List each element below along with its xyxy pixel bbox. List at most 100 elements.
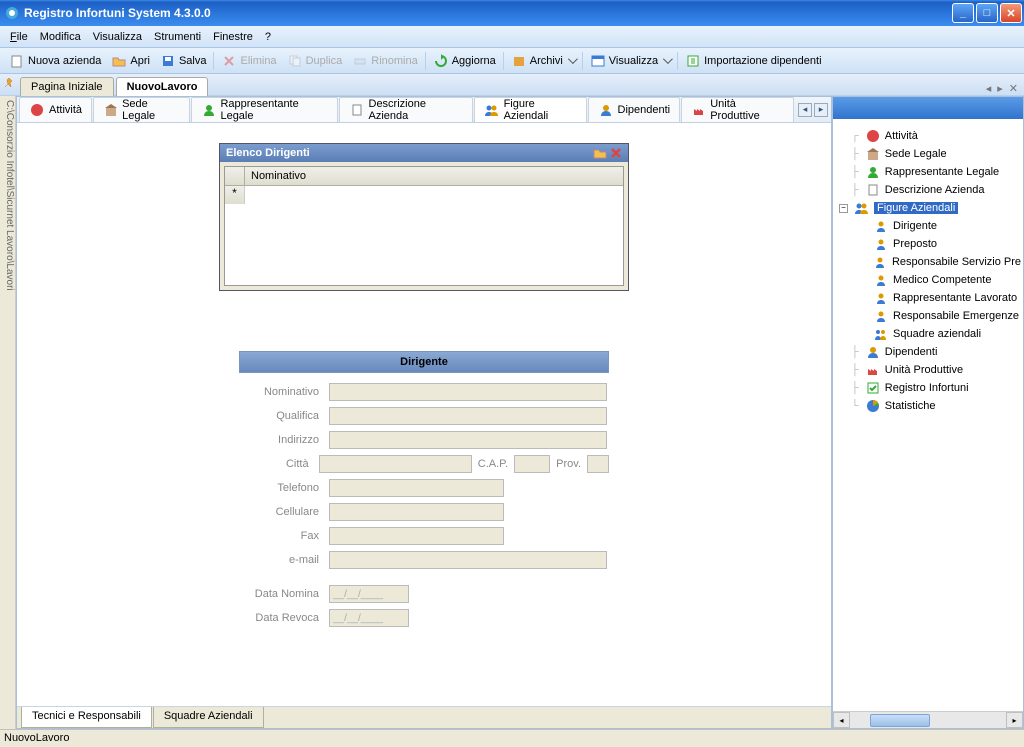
status-text: NuovoLavoro bbox=[4, 732, 69, 744]
tree-medico[interactable]: Medico Competente bbox=[835, 271, 1021, 289]
input-telefono[interactable] bbox=[329, 479, 504, 497]
person-small-icon bbox=[873, 236, 889, 252]
input-nominativo[interactable] bbox=[329, 383, 607, 401]
tree-registro[interactable]: ├Registro Infortuni bbox=[835, 379, 1021, 397]
person-small-icon bbox=[873, 290, 889, 306]
tab-next-icon[interactable]: ▸ bbox=[997, 82, 1003, 95]
person-icon bbox=[865, 164, 881, 180]
tree-rapp-lavoratori[interactable]: Rappresentante Lavorato bbox=[835, 289, 1021, 307]
ctab-descrizione[interactable]: Descrizione Azienda bbox=[339, 97, 472, 122]
delete-row-icon[interactable] bbox=[610, 147, 622, 159]
tree-resp-servizio[interactable]: Responsabile Servizio Pre bbox=[835, 253, 1021, 271]
tree-resp-emergenze[interactable]: Responsabile Emergenze bbox=[835, 307, 1021, 325]
globe-icon bbox=[865, 128, 881, 144]
tab-pagina-iniziale[interactable]: Pagina Iniziale bbox=[20, 77, 114, 96]
new-icon bbox=[9, 53, 25, 69]
dirigenti-grid[interactable]: Nominativo * bbox=[224, 166, 624, 286]
ctab-sede-legale[interactable]: Sede Legale bbox=[93, 97, 190, 122]
menu-strumenti[interactable]: Strumenti bbox=[148, 28, 207, 46]
tree-dipendenti[interactable]: ├Dipendenti bbox=[835, 343, 1021, 361]
view-icon bbox=[590, 53, 606, 69]
input-citta[interactable] bbox=[319, 455, 472, 473]
save-icon bbox=[160, 53, 176, 69]
btab-squadre[interactable]: Squadre Aziendali bbox=[153, 707, 264, 728]
tree-preposto[interactable]: Preposto bbox=[835, 235, 1021, 253]
tb-archivi[interactable]: Archivi bbox=[506, 51, 580, 71]
lbl-cap: C.A.P. bbox=[472, 458, 514, 470]
ctab-dipendenti[interactable]: Dipendenti bbox=[588, 97, 681, 122]
document-tabs: Pagina Iniziale NuovoLavoro ◂ ▸ ✕ bbox=[0, 74, 1024, 96]
tabscroll-left[interactable]: ◂ bbox=[798, 103, 812, 117]
tb-visualizza[interactable]: Visualizza bbox=[585, 51, 675, 71]
pin-icon[interactable] bbox=[3, 77, 17, 91]
ctab-figure[interactable]: Figure Aziendali bbox=[474, 97, 587, 122]
menu-modifica[interactable]: Modifica bbox=[34, 28, 87, 46]
person-small-icon bbox=[873, 308, 889, 324]
collapse-icon[interactable]: − bbox=[839, 204, 848, 213]
input-prov[interactable] bbox=[587, 455, 609, 473]
tb-salva[interactable]: Salva bbox=[155, 51, 212, 71]
lbl-nominativo: Nominativo bbox=[239, 386, 329, 398]
ctab-rappresentante[interactable]: Rappresentante Legale bbox=[191, 97, 338, 122]
grid-new-row-input[interactable] bbox=[245, 186, 623, 202]
tab-close-icon[interactable]: ✕ bbox=[1009, 82, 1018, 95]
input-data-nomina[interactable] bbox=[329, 585, 409, 603]
menu-help[interactable]: ? bbox=[259, 28, 277, 46]
tree-descrizione[interactable]: ├Descrizione Azienda bbox=[835, 181, 1021, 199]
tree-sede-legale[interactable]: ├Sede Legale bbox=[835, 145, 1021, 163]
inner-window-title: Elenco Dirigenti bbox=[226, 147, 310, 159]
tabscroll-right[interactable]: ▸ bbox=[814, 103, 828, 117]
left-sidebar-path[interactable]: C:\Consorzio Infotel\Sicurnet Lavoro\Lav… bbox=[0, 96, 16, 729]
tab-prev-icon[interactable]: ◂ bbox=[986, 82, 992, 95]
ctab-unita[interactable]: Unità Produttive bbox=[681, 97, 794, 122]
ctab-attivita[interactable]: Attività bbox=[19, 97, 92, 122]
navigation-tree: ┌Attività ├Sede Legale ├Rappresentante L… bbox=[833, 119, 1023, 711]
horizontal-scrollbar[interactable]: ◂ ▸ bbox=[833, 711, 1023, 728]
scroll-thumb[interactable] bbox=[870, 714, 930, 727]
person-small-icon bbox=[873, 254, 888, 270]
tree-attivita[interactable]: ┌Attività bbox=[835, 127, 1021, 145]
dropdown-icon bbox=[663, 54, 673, 64]
content-body: Elenco Dirigenti Nominativo * bbox=[17, 123, 831, 706]
tree-dirigente[interactable]: Dirigente bbox=[835, 217, 1021, 235]
input-qualifica[interactable] bbox=[329, 407, 607, 425]
input-cellulare[interactable] bbox=[329, 503, 504, 521]
close-button[interactable]: ✕ bbox=[1000, 3, 1022, 23]
input-indirizzo[interactable] bbox=[329, 431, 607, 449]
tb-nuova-azienda[interactable]: Nuova azienda bbox=[4, 51, 106, 71]
scroll-left-button[interactable]: ◂ bbox=[833, 712, 850, 728]
input-cap[interactable] bbox=[514, 455, 550, 473]
toolbar: Nuova azienda Apri Salva Elimina Duplica… bbox=[0, 48, 1024, 74]
copy-icon bbox=[287, 53, 303, 69]
window-title: Registro Infortuni System 4.3.0.0 bbox=[24, 6, 952, 20]
tb-aggiorna[interactable]: Aggiorna bbox=[428, 51, 501, 71]
tb-importazione[interactable]: Importazione dipendenti bbox=[680, 51, 826, 71]
menu-file[interactable]: File bbox=[4, 28, 34, 46]
folder-icon[interactable] bbox=[593, 147, 607, 159]
menu-finestre[interactable]: Finestre bbox=[207, 28, 259, 46]
tree-statistiche[interactable]: └Statistiche bbox=[835, 397, 1021, 415]
tab-nuovo-lavoro[interactable]: NuovoLavoro bbox=[116, 77, 209, 96]
tree-unita[interactable]: ├Unità Produttive bbox=[835, 361, 1021, 379]
lbl-citta: Città bbox=[239, 458, 319, 470]
scroll-right-button[interactable]: ▸ bbox=[1006, 712, 1023, 728]
menu-visualizza[interactable]: Visualizza bbox=[87, 28, 148, 46]
input-email[interactable] bbox=[329, 551, 607, 569]
input-fax[interactable] bbox=[329, 527, 504, 545]
content-tabs: Attività Sede Legale Rappresentante Lega… bbox=[17, 97, 831, 123]
factory-icon bbox=[691, 102, 706, 118]
team-icon bbox=[873, 326, 889, 342]
app-icon bbox=[4, 5, 20, 21]
menu-bar: File Modifica Visualizza Strumenti Fines… bbox=[0, 26, 1024, 48]
document-icon bbox=[865, 182, 881, 198]
maximize-button[interactable]: □ bbox=[976, 3, 998, 23]
tree-rappresentante[interactable]: ├Rappresentante Legale bbox=[835, 163, 1021, 181]
minimize-button[interactable]: _ bbox=[952, 3, 974, 23]
import-icon bbox=[685, 53, 701, 69]
tree-squadre-aziendali[interactable]: Squadre aziendali bbox=[835, 325, 1021, 343]
col-nominativo[interactable]: Nominativo bbox=[245, 167, 623, 185]
tree-figure[interactable]: −Figure Aziendali bbox=[835, 199, 1021, 217]
btab-tecnici[interactable]: Tecnici e Responsabili bbox=[21, 707, 152, 728]
input-data-revoca[interactable] bbox=[329, 609, 409, 627]
tb-apri[interactable]: Apri bbox=[106, 51, 155, 71]
